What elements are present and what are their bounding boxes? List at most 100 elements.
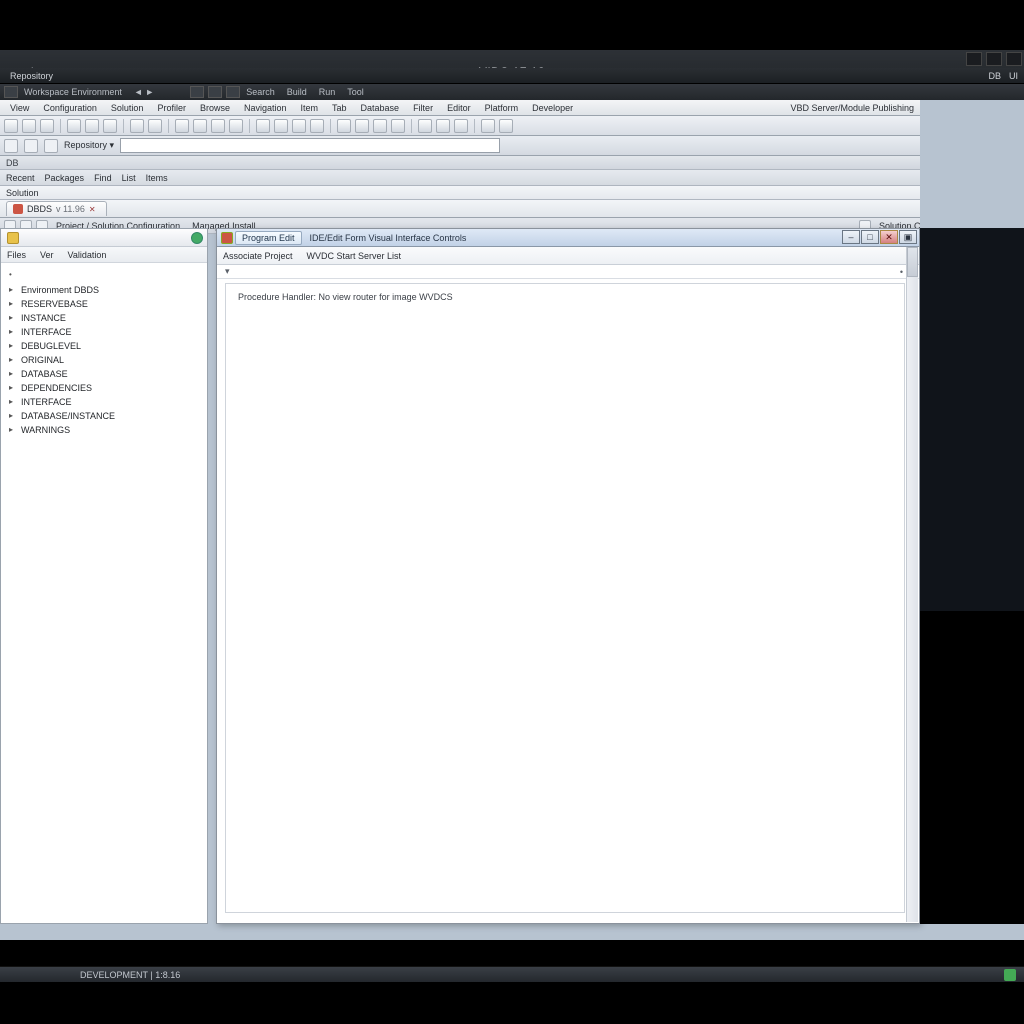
doc-tab-version: v 11.96 bbox=[56, 204, 85, 214]
tree-node[interactable]: INSTANCE bbox=[7, 311, 201, 325]
editor-scrollbar[interactable] bbox=[906, 247, 918, 922]
menu-editor[interactable]: Editor bbox=[441, 102, 477, 114]
refresh-icon[interactable] bbox=[191, 232, 203, 244]
tb-about-icon[interactable] bbox=[499, 119, 513, 133]
folder-icon[interactable] bbox=[7, 232, 19, 244]
subwindow-close-button[interactable]: ✕ bbox=[880, 230, 898, 244]
outer-tool-icon[interactable] bbox=[4, 86, 18, 98]
document-tab[interactable]: DBDS v 11.96 ✕ bbox=[6, 201, 107, 216]
subwindow-crumb[interactable]: ▾ • bbox=[217, 265, 919, 279]
editor-document[interactable]: Procedure Handler: No view router for im… bbox=[225, 283, 905, 913]
tb-step-icon[interactable] bbox=[211, 119, 225, 133]
subwindow-pop-button[interactable]: ▣ bbox=[899, 230, 917, 244]
menu-navigation[interactable]: Navigation bbox=[238, 102, 293, 114]
tree-node[interactable]: ORIGINAL bbox=[7, 353, 201, 367]
tree-node[interactable]: DATABASE/INSTANCE bbox=[7, 409, 201, 423]
outer-menu-search[interactable]: Search bbox=[240, 87, 281, 97]
tb-report-icon[interactable] bbox=[391, 119, 405, 133]
menu-developer[interactable]: Developer bbox=[526, 102, 579, 114]
editor-subwindow: Program Edit IDE/Edit Form Visual Interf… bbox=[216, 228, 920, 924]
tb-align-icon[interactable] bbox=[436, 119, 450, 133]
sec-items[interactable]: Items bbox=[146, 173, 168, 183]
addr-up-icon[interactable] bbox=[44, 139, 58, 153]
subwindow-titlebar[interactable]: Program Edit IDE/Edit Form Visual Interf… bbox=[217, 229, 919, 247]
taskbar[interactable]: DEVELOPMENT | 1:8.16 bbox=[0, 966, 1024, 982]
tb-stop-icon[interactable] bbox=[193, 119, 207, 133]
sub-assoc-project[interactable]: Associate Project bbox=[223, 251, 293, 261]
col-validation[interactable]: Validation bbox=[68, 250, 107, 260]
menu-view[interactable]: View bbox=[4, 102, 35, 114]
outer-tab-2[interactable]: Repository bbox=[0, 68, 63, 84]
tree-node[interactable]: DEPENDENCIES bbox=[7, 381, 201, 395]
tb-new-icon[interactable] bbox=[4, 119, 18, 133]
document-message: Procedure Handler: No view router for im… bbox=[226, 284, 904, 310]
crumb-dropdown-icon[interactable]: ▾ bbox=[225, 266, 230, 277]
outer-menu-build[interactable]: Build bbox=[281, 87, 313, 97]
tray-icon[interactable] bbox=[1004, 969, 1016, 981]
outer-menu-tool[interactable]: Tool bbox=[341, 87, 370, 97]
subwindow-min-button[interactable]: – bbox=[842, 230, 860, 244]
tb-save-icon[interactable] bbox=[40, 119, 54, 133]
tb-open-icon[interactable] bbox=[22, 119, 36, 133]
tree-node[interactable]: INTERFACE bbox=[7, 395, 201, 409]
address-toolbar: Repository ▾ bbox=[0, 136, 1024, 156]
sec-recent[interactable]: Recent bbox=[6, 173, 35, 183]
tb-paste-icon[interactable] bbox=[103, 119, 117, 133]
tb-break-icon[interactable] bbox=[229, 119, 243, 133]
tb-grid-icon[interactable] bbox=[454, 119, 468, 133]
tb-copy-icon[interactable] bbox=[85, 119, 99, 133]
tb-class-icon[interactable] bbox=[292, 119, 306, 133]
outer-tool-icon-4[interactable] bbox=[226, 86, 240, 98]
tb-query-icon[interactable] bbox=[373, 119, 387, 133]
addr-back-icon[interactable] bbox=[4, 139, 18, 153]
scrollbar-thumb[interactable] bbox=[907, 247, 918, 277]
tb-help-icon[interactable] bbox=[481, 119, 495, 133]
outer-nav-arrows[interactable]: ◄ ► bbox=[128, 87, 160, 97]
outer-min-button[interactable] bbox=[966, 52, 982, 66]
tb-layout-icon[interactable] bbox=[418, 119, 432, 133]
tb-table-icon[interactable] bbox=[355, 119, 369, 133]
sec-list[interactable]: List bbox=[122, 173, 136, 183]
tb-module-icon[interactable] bbox=[274, 119, 288, 133]
menu-item[interactable]: Item bbox=[295, 102, 325, 114]
tree-node[interactable]: RESERVEBASE bbox=[7, 297, 201, 311]
address-input[interactable] bbox=[120, 138, 500, 153]
menu-database[interactable]: Database bbox=[355, 102, 406, 114]
tb-res-icon[interactable] bbox=[310, 119, 324, 133]
tb-undo-icon[interactable] bbox=[130, 119, 144, 133]
menu-filter[interactable]: Filter bbox=[407, 102, 439, 114]
tree-node[interactable]: WARNINGS bbox=[7, 423, 201, 437]
outer-menu-run[interactable]: Run bbox=[313, 87, 342, 97]
menu-configuration[interactable]: Configuration bbox=[37, 102, 103, 114]
tb-cut-icon[interactable] bbox=[67, 119, 81, 133]
outer-tool-icon-2[interactable] bbox=[190, 86, 204, 98]
tree-node[interactable]: DEBUGLEVEL bbox=[7, 339, 201, 353]
menu-platform[interactable]: Platform bbox=[479, 102, 525, 114]
tree-node[interactable]: DATABASE bbox=[7, 367, 201, 381]
tb-sep bbox=[249, 119, 250, 133]
menu-solution[interactable]: Solution bbox=[105, 102, 150, 114]
menu-tab[interactable]: Tab bbox=[326, 102, 353, 114]
project-tree[interactable]: Environment DBDS RESERVEBASE INSTANCE IN… bbox=[1, 263, 207, 443]
outer-tool-icon-3[interactable] bbox=[208, 86, 222, 98]
addr-fwd-icon[interactable] bbox=[24, 139, 38, 153]
sec-packages[interactable]: Packages bbox=[45, 173, 85, 183]
subwindow-max-button[interactable]: □ bbox=[861, 230, 879, 244]
sec-find[interactable]: Find bbox=[94, 173, 112, 183]
tb-redo-icon[interactable] bbox=[148, 119, 162, 133]
tb-run-icon[interactable] bbox=[175, 119, 189, 133]
tb-db-icon[interactable] bbox=[337, 119, 351, 133]
col-files[interactable]: Files bbox=[7, 250, 26, 260]
tree-node[interactable]: INTERFACE bbox=[7, 325, 201, 339]
col-ver[interactable]: Ver bbox=[40, 250, 54, 260]
tree-node[interactable]: Environment DBDS bbox=[7, 283, 201, 297]
menu-profiler[interactable]: Profiler bbox=[151, 102, 192, 114]
subwindow-tab[interactable]: Program Edit bbox=[235, 231, 302, 245]
outer-max-button[interactable] bbox=[986, 52, 1002, 66]
taskbar-item[interactable]: DEVELOPMENT | 1:8.16 bbox=[80, 970, 180, 980]
menu-browse[interactable]: Browse bbox=[194, 102, 236, 114]
sub-start-list[interactable]: WVDC Start Server List bbox=[307, 251, 402, 261]
tb-form-icon[interactable] bbox=[256, 119, 270, 133]
doc-tab-close-icon[interactable]: ✕ bbox=[89, 205, 96, 214]
outer-close-button[interactable] bbox=[1006, 52, 1022, 66]
